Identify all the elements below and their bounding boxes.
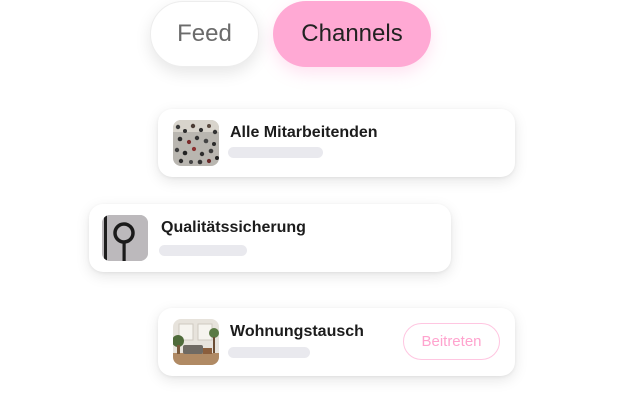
tab-feed[interactable]: Feed <box>150 1 259 67</box>
tab-channels[interactable]: Channels <box>273 1 431 67</box>
channel-preview-placeholder <box>228 147 323 158</box>
channel-card-wohnungstausch[interactable]: Wohnungstausch Beitreten <box>158 308 515 376</box>
join-button[interactable]: Beitreten <box>403 323 500 360</box>
crowd-photo-icon <box>173 120 219 166</box>
magnifier-photo-icon <box>102 215 148 261</box>
channel-preview-placeholder <box>159 245 247 256</box>
channel-name: Alle Mitarbeitenden <box>230 124 378 141</box>
channel-card-qualitaetssicherung[interactable]: Qualitätssicherung <box>89 204 451 272</box>
channel-preview-placeholder <box>228 347 310 358</box>
channel-name: Wohnungstausch <box>230 323 364 340</box>
channel-name: Qualitätssicherung <box>161 219 306 236</box>
channel-card-alle-mitarbeitenden[interactable]: Alle Mitarbeitenden <box>158 109 515 177</box>
living-room-photo-icon <box>173 319 219 365</box>
